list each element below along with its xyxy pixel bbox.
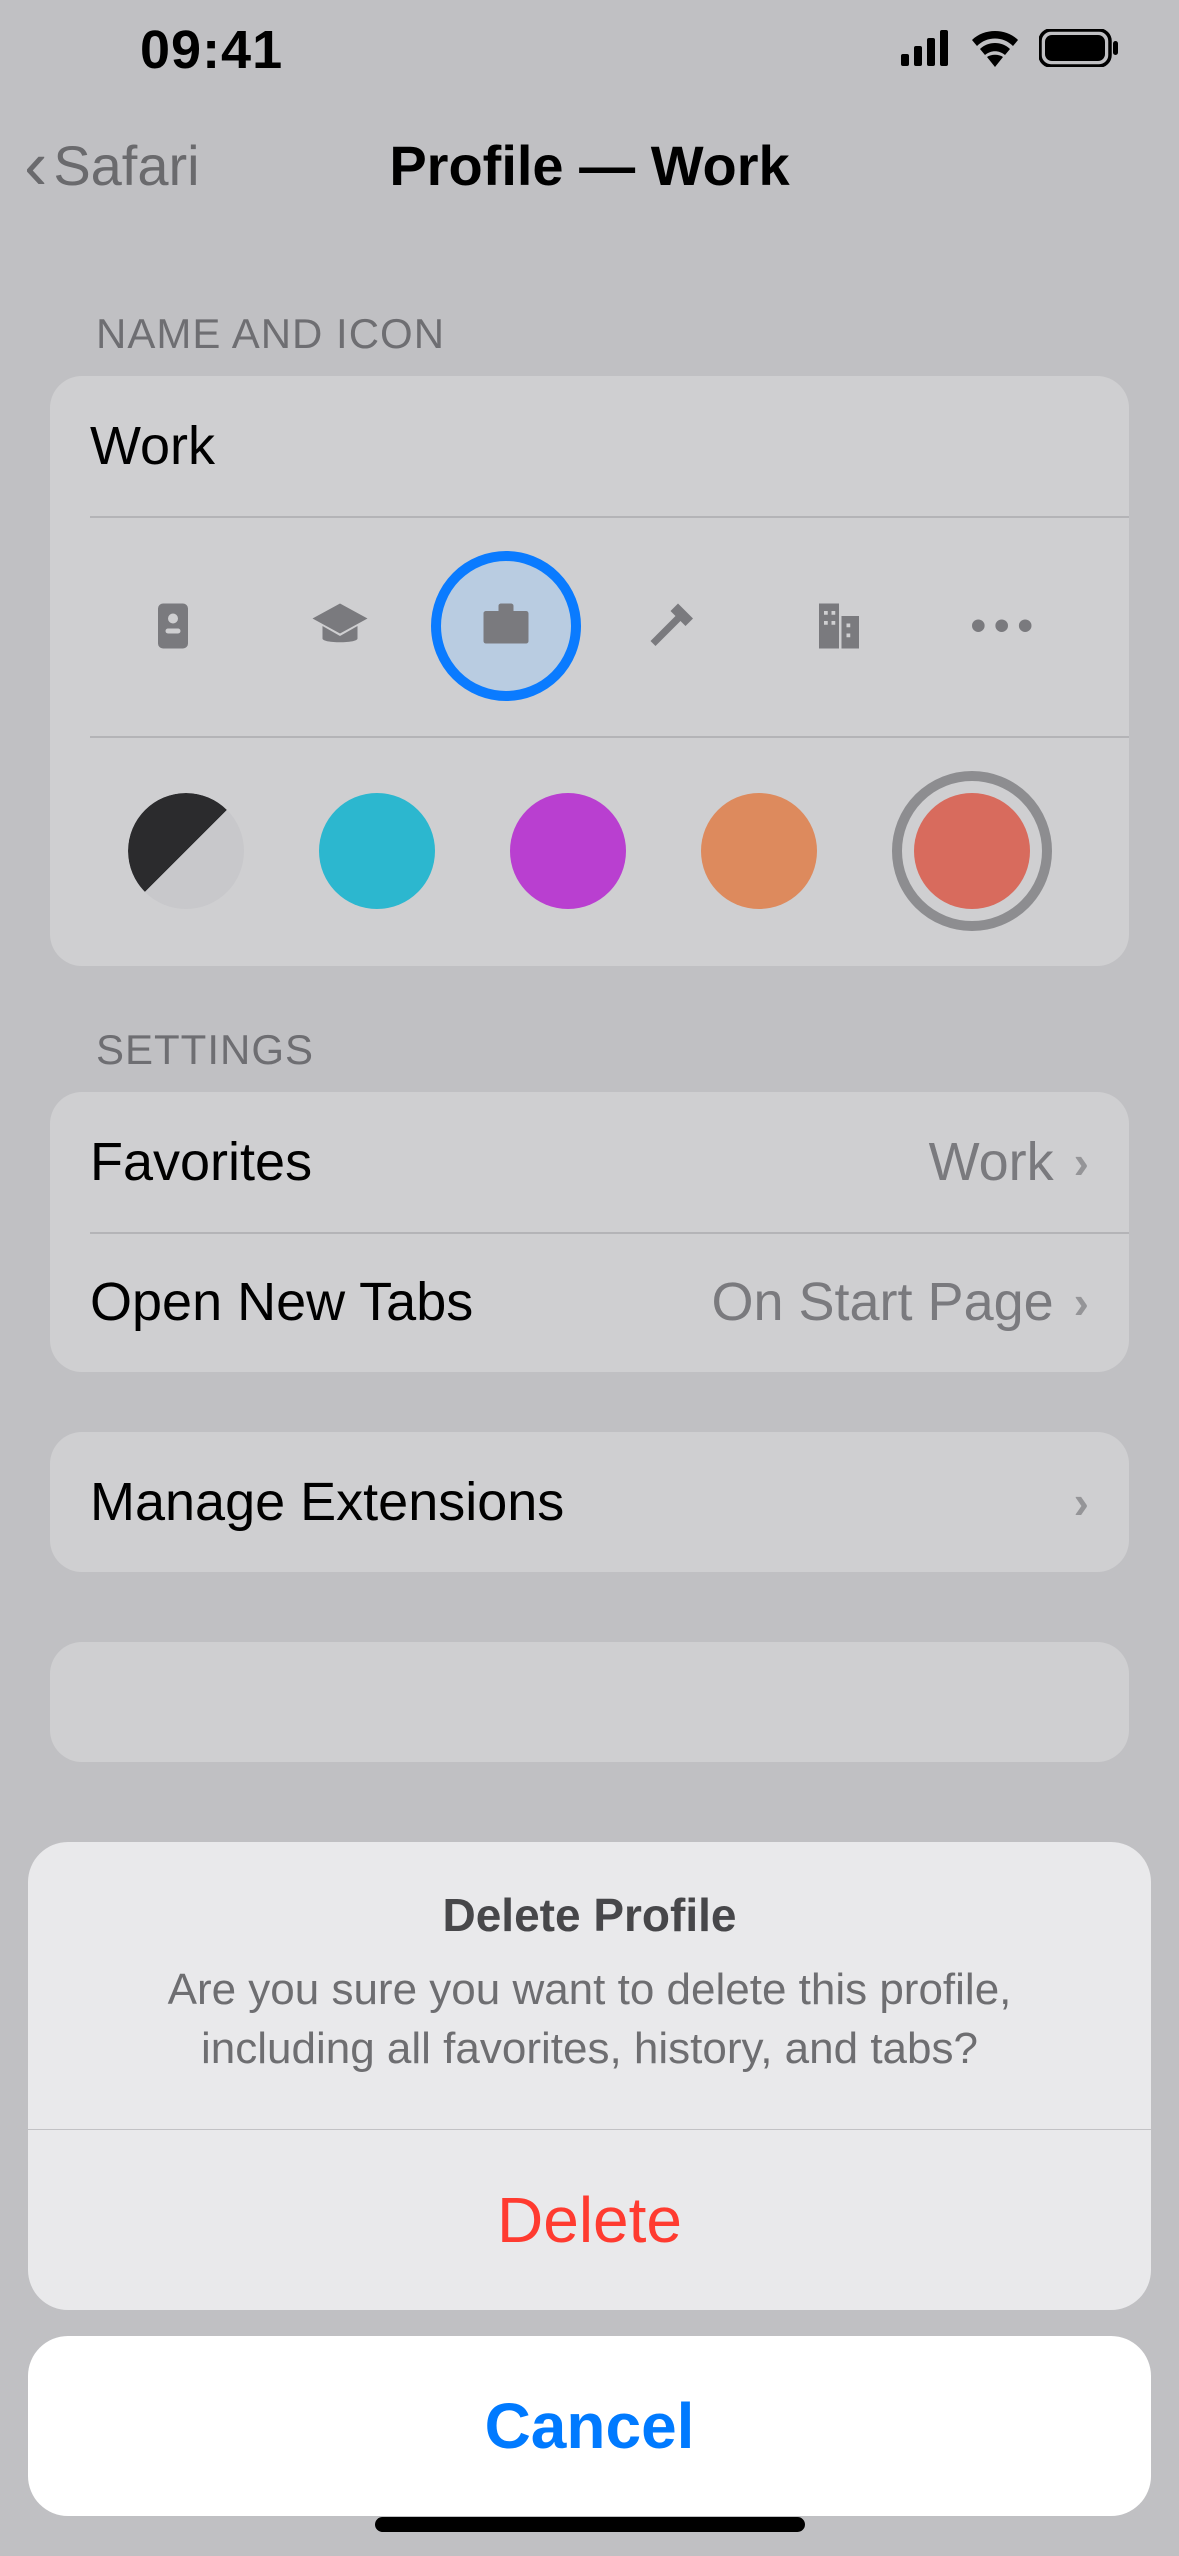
icon-option-badge[interactable] (98, 551, 248, 701)
icon-option-building[interactable] (764, 551, 914, 701)
building-icon (809, 596, 869, 656)
chevron-left-icon: ‹ (24, 130, 47, 200)
chevron-right-icon: › (1074, 1275, 1089, 1329)
delete-button[interactable]: Delete (28, 2130, 1151, 2310)
color-option-purple[interactable] (510, 793, 626, 909)
delete-button-label: Delete (497, 2183, 682, 2257)
action-sheet: Delete Profile Are you sure you want to … (0, 1842, 1179, 2556)
cancel-button[interactable]: Cancel (28, 2336, 1151, 2516)
settings-row-extensions[interactable]: Manage Extensions › (50, 1432, 1129, 1572)
battery-icon (1039, 29, 1119, 72)
profile-name-value: Work (90, 415, 215, 477)
status-time: 09:41 (140, 19, 283, 81)
ellipsis-icon: ••• (971, 601, 1041, 651)
graduation-cap-icon (310, 596, 370, 656)
color-option-blackwhite[interactable] (128, 793, 244, 909)
settings-row-favorites[interactable]: Favorites Work › (50, 1092, 1129, 1232)
action-sheet-message: Are you sure you want to delete this pro… (76, 1960, 1103, 2079)
color-option-teal[interactable] (319, 793, 435, 909)
profile-name-field[interactable]: Work (50, 376, 1129, 516)
hammer-icon (643, 596, 703, 656)
action-sheet-card: Delete Profile Are you sure you want to … (28, 1842, 1151, 2310)
chevron-right-icon: › (1074, 1135, 1089, 1189)
briefcase-icon (476, 596, 536, 656)
section-header-settings: SETTINGS (50, 966, 1129, 1092)
cancel-button-label: Cancel (485, 2389, 695, 2463)
navigation-bar: ‹ Safari Profile — Work (0, 100, 1179, 230)
status-bar: 09:41 (0, 0, 1179, 100)
color-option-orange[interactable] (701, 793, 817, 909)
cancel-card: Cancel (28, 2336, 1151, 2516)
new-tabs-label: Open New Tabs (90, 1271, 473, 1333)
color-swatch-coral (914, 793, 1030, 909)
back-label: Safari (53, 133, 199, 198)
action-sheet-title: Delete Profile (76, 1888, 1103, 1942)
icon-option-graduation[interactable] (265, 551, 415, 701)
new-tabs-value: On Start Page (711, 1271, 1053, 1333)
status-indicators (901, 29, 1119, 72)
cellular-icon (901, 30, 951, 71)
extensions-label: Manage Extensions (90, 1471, 564, 1533)
hidden-group (50, 1642, 1129, 1762)
wifi-icon (969, 29, 1021, 72)
icon-option-briefcase[interactable] (431, 551, 581, 701)
favorites-value: Work (929, 1131, 1054, 1193)
name-icon-group: Work ••• (50, 376, 1129, 966)
chevron-right-icon: › (1074, 1475, 1089, 1529)
icon-picker-row: ••• (50, 516, 1129, 736)
icon-option-hammer[interactable] (598, 551, 748, 701)
action-sheet-header: Delete Profile Are you sure you want to … (28, 1842, 1151, 2129)
badge-icon (143, 596, 203, 656)
settings-row-new-tabs[interactable]: Open New Tabs On Start Page › (50, 1232, 1129, 1372)
back-button[interactable]: ‹ Safari (0, 130, 200, 200)
extensions-group: Manage Extensions › (50, 1432, 1129, 1572)
settings-group: Favorites Work › Open New Tabs On Start … (50, 1092, 1129, 1372)
color-option-coral[interactable] (892, 771, 1052, 931)
favorites-label: Favorites (90, 1131, 312, 1193)
home-indicator[interactable] (375, 2517, 805, 2532)
color-picker-row (50, 736, 1129, 966)
section-header-name-icon: NAME AND ICON (50, 270, 1129, 376)
icon-option-more[interactable]: ••• (931, 551, 1081, 701)
